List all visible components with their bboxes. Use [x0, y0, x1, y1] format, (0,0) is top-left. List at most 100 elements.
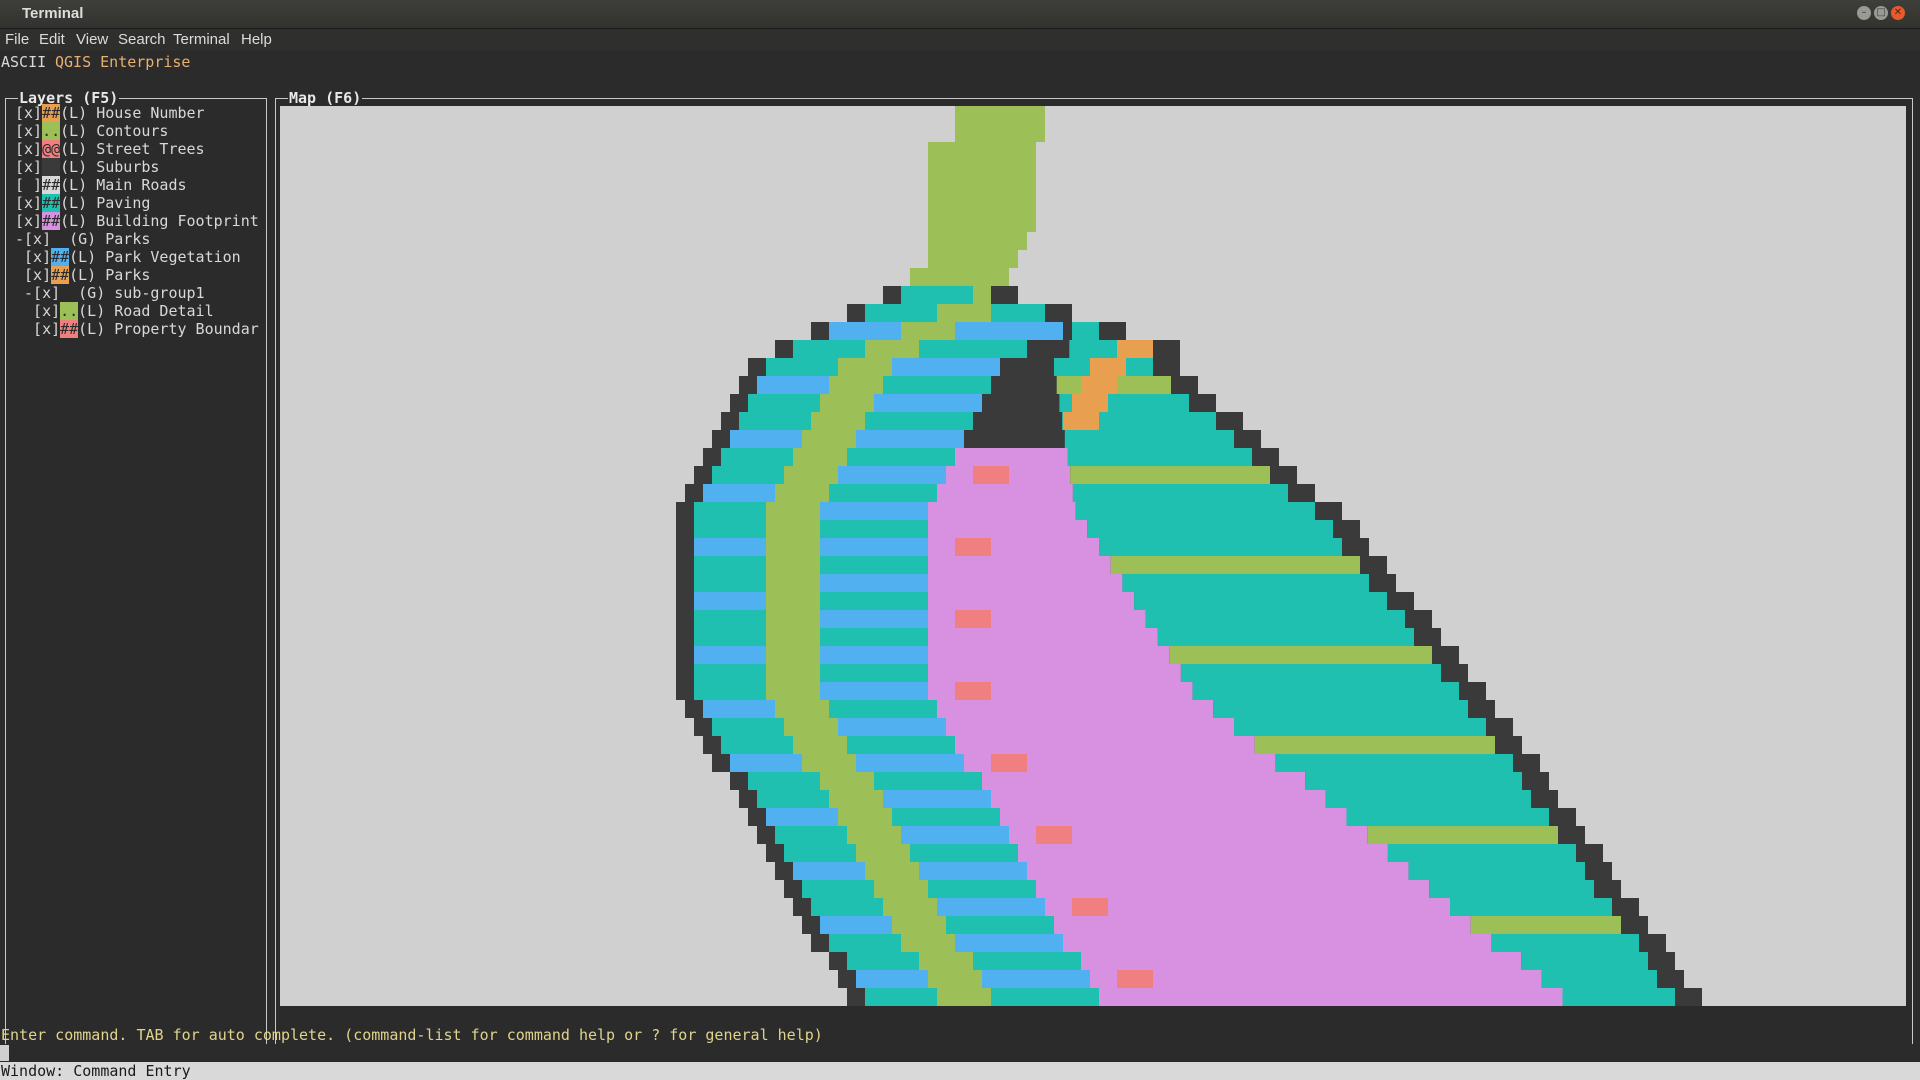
- layer-checkbox[interactable]: [x]: [15, 266, 51, 284]
- layer-item[interactable]: -[x] (G) sub-group1: [15, 284, 205, 302]
- paving-edge-block: [1072, 322, 1099, 340]
- layer-item[interactable]: [x]..(L) Contours: [15, 122, 168, 140]
- layer-label: (L) Park Vegetation: [69, 248, 241, 266]
- building-block: [937, 484, 1073, 502]
- layer-item[interactable]: [x]##(L) Parks: [15, 266, 150, 284]
- layer-checkbox[interactable]: [x]: [15, 104, 42, 122]
- layer-item[interactable]: [ ]##(L) Main Roads: [15, 176, 187, 194]
- menu-bar: File Edit View Search Terminal Help: [0, 29, 1920, 51]
- paving-edge-block: [1110, 556, 1360, 574]
- contour-block: [874, 880, 928, 898]
- park-vegetation-block: [820, 628, 928, 646]
- paving-edge-block: [1075, 502, 1315, 520]
- building-block: [1099, 988, 1563, 1006]
- contour-block: [793, 448, 847, 466]
- park-vegetation-block: [829, 484, 937, 502]
- layer-checkbox[interactable]: [x]: [15, 158, 42, 176]
- layer-checkbox[interactable]: [x]: [15, 248, 51, 266]
- status-text: Window: Command Entry: [1, 1062, 191, 1080]
- terminal-area[interactable]: ASCII QGIS Enterprise Layers (F5) [x]##(…: [0, 51, 1920, 1080]
- contour-block: [775, 700, 829, 718]
- paving-block: [694, 520, 766, 538]
- close-icon[interactable]: ✕: [1891, 6, 1905, 20]
- park-vegetation-block: [892, 358, 1000, 376]
- menu-terminal[interactable]: Terminal: [173, 31, 230, 48]
- park-vegetation-block: [820, 664, 928, 682]
- building-block: [1000, 808, 1347, 826]
- park-vegetation-block: [955, 934, 1063, 952]
- menu-search[interactable]: Search: [118, 31, 166, 48]
- paving-edge-block: [1122, 574, 1369, 592]
- layer-item[interactable]: [x]##(L) Park Vegetation: [15, 248, 241, 266]
- window-title-bar: Terminal – □ ✕: [0, 0, 1920, 29]
- layer-label: (L) House Number: [60, 104, 205, 122]
- paving-edge-block: [1145, 610, 1405, 628]
- menu-edit[interactable]: Edit: [39, 31, 65, 48]
- layer-checkbox[interactable]: -[x]: [15, 230, 51, 248]
- paving-block: [703, 484, 775, 502]
- park-block: [1081, 376, 1117, 394]
- layer-checkbox[interactable]: [x]: [15, 302, 60, 320]
- map-canvas[interactable]: [280, 106, 1906, 1006]
- paving-edge-block: [1067, 448, 1252, 466]
- paving-block: [694, 610, 766, 628]
- menu-help[interactable]: Help: [241, 31, 272, 48]
- menu-file[interactable]: File: [5, 31, 29, 48]
- park-vegetation-block: [883, 376, 991, 394]
- park-vegetation-block: [991, 988, 1099, 1006]
- contour-block: [766, 664, 820, 682]
- text-cursor: [0, 1045, 9, 1061]
- layer-checkbox[interactable]: [x]: [15, 140, 42, 158]
- layers-panel[interactable]: Layers (F5) [x]##(L) House Number [x]..(L…: [5, 89, 267, 1066]
- layer-item[interactable]: -[x] (G) Parks: [15, 230, 150, 248]
- paving-edge-block: [1387, 844, 1576, 862]
- layer-item[interactable]: [x]@@(L) Street Trees: [15, 140, 205, 158]
- layer-item[interactable]: [x]..(L) Road Detail: [15, 302, 214, 320]
- layer-checkbox[interactable]: [x]: [15, 122, 42, 140]
- layer-checkbox[interactable]: [x]: [15, 212, 42, 230]
- park-vegetation-block: [892, 808, 1000, 826]
- layer-checkbox[interactable]: -[x]: [15, 284, 60, 302]
- park-vegetation-block: [820, 556, 928, 574]
- layer-symbol-icon: ##: [51, 266, 70, 284]
- paving-block: [694, 628, 766, 646]
- layer-checkbox[interactable]: [x]: [15, 194, 42, 212]
- paving-edge-block: [1450, 898, 1612, 916]
- layer-checkbox[interactable]: [ ]: [15, 176, 42, 194]
- contour-block: [856, 844, 910, 862]
- building-block: [928, 502, 1076, 520]
- maximize-icon[interactable]: □: [1874, 6, 1888, 20]
- command-input[interactable]: [0, 1044, 1920, 1062]
- contour-block: [784, 466, 838, 484]
- minimize-icon[interactable]: –: [1857, 6, 1871, 20]
- park-vegetation-block: [901, 826, 1009, 844]
- layer-item[interactable]: [x]##(L) Building Footprint: [15, 212, 259, 230]
- map-panel[interactable]: Map (F6): [275, 89, 1913, 1066]
- layer-symbol-icon: ..: [60, 302, 79, 320]
- status-bar: Window: Command Entry: [0, 1062, 1920, 1080]
- ascii-map[interactable]: [280, 106, 1906, 1006]
- contour-block: [820, 394, 874, 412]
- park-vegetation-block: [820, 574, 928, 592]
- contour-block: [820, 772, 874, 790]
- layer-item[interactable]: [x] (L) Suburbs: [15, 158, 159, 176]
- layer-item[interactable]: [x]##(L) Paving: [15, 194, 150, 212]
- contour-block: [802, 430, 856, 448]
- road-detail-block: [928, 232, 1027, 250]
- park-vegetation-block: [874, 394, 982, 412]
- park-vegetation-block: [838, 466, 946, 484]
- layer-item[interactable]: [x]##(L) Property Boundar: [15, 320, 259, 338]
- layer-item[interactable]: [x]##(L) House Number: [15, 104, 205, 122]
- menu-view[interactable]: View: [76, 31, 108, 48]
- park-vegetation-block: [919, 862, 1027, 880]
- contour-block: [937, 988, 991, 1006]
- contour-block: [937, 304, 991, 322]
- building-block: [928, 538, 1099, 556]
- park-vegetation-block: [847, 448, 955, 466]
- layer-symbol-icon: ##: [42, 104, 61, 122]
- paving-block: [757, 790, 829, 808]
- layer-symbol-icon: [51, 230, 69, 248]
- paving-block: [775, 826, 847, 844]
- park-vegetation-block: [946, 916, 1054, 934]
- layer-checkbox[interactable]: [x]: [15, 320, 60, 338]
